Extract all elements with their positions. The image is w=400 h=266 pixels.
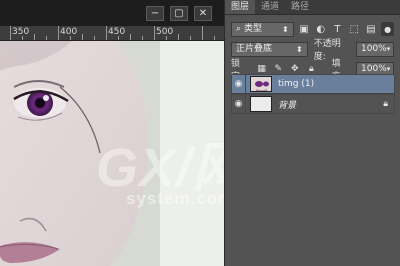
opacity-field[interactable]: 100% ▾ xyxy=(356,41,394,57)
close-button[interactable]: ✕ xyxy=(194,5,212,21)
tab-channels[interactable]: 通道 xyxy=(255,0,285,14)
app-root: − ▢ ✕ 350 400 450 500 GX/ system.com 图层 … xyxy=(0,0,400,266)
image-filter-icon[interactable]: ▣ xyxy=(298,22,311,36)
layer-name: timg (1) xyxy=(278,79,315,89)
chevron-down-icon: ▾ xyxy=(386,44,391,53)
window-controls: − ▢ ✕ xyxy=(0,0,224,26)
document-area: − ▢ ✕ 350 400 450 500 GX/ system.com xyxy=(0,0,224,266)
adjustment-filter-icon[interactable]: ◐ xyxy=(314,22,327,36)
search-icon: ⌕ xyxy=(236,23,242,34)
filter-kind-value: 类型 xyxy=(244,23,263,34)
layer-row[interactable]: ◉ 背景 🔒︎ xyxy=(231,94,395,114)
ruler-label: 400 xyxy=(60,27,78,37)
layer-thumbnail xyxy=(250,76,272,92)
tab-layers[interactable]: 图层 xyxy=(225,0,256,14)
layer-thumbnail xyxy=(250,96,272,112)
shape-filter-icon[interactable]: ⬚ xyxy=(348,22,361,36)
panel-tabs: 图层 通道 路径 xyxy=(225,0,400,15)
image-canvas[interactable]: GX/网 system.com xyxy=(0,41,224,266)
ruler-label: 350 xyxy=(12,27,30,37)
layer-name: 背景 xyxy=(278,100,297,111)
layers-panel: 图层 通道 路径 ⌕ 类型 ⬍ ▣ ◐ T ⬚ ▤ ● 正片叠底 ⬍ 不透明度:… xyxy=(224,0,400,266)
minimize-button[interactable]: − xyxy=(146,5,164,21)
layer-row[interactable]: ◉ timg (1) xyxy=(231,74,395,94)
blend-mode-value: 正片叠底 xyxy=(236,43,273,54)
ruler-label: 500 xyxy=(156,27,174,37)
portrait-photo xyxy=(0,41,224,266)
lock-icon: 🔒︎ xyxy=(383,99,388,109)
smart-object-filter-icon[interactable]: ▤ xyxy=(365,22,378,36)
layer-filter-row: ⌕ 类型 ⬍ ▣ ◐ T ⬚ ▤ ● xyxy=(225,19,400,39)
opacity-value: 100% xyxy=(361,43,387,54)
visibility-eye-icon[interactable]: ◉ xyxy=(232,94,246,114)
ruler-label: 450 xyxy=(108,27,126,37)
chevron-down-icon: ⬍ xyxy=(296,44,303,54)
blend-mode-select[interactable]: 正片叠底 ⬍ xyxy=(231,41,308,57)
chevron-down-icon: ⬍ xyxy=(281,24,289,34)
visibility-eye-icon[interactable]: ◉ xyxy=(232,74,246,94)
filter-kind-select[interactable]: ⌕ 类型 ⬍ xyxy=(231,21,294,37)
type-filter-icon[interactable]: T xyxy=(331,22,344,36)
horizontal-ruler: 350 400 450 500 xyxy=(0,26,224,41)
filter-toggle-icon[interactable]: ● xyxy=(381,22,394,36)
tab-paths[interactable]: 路径 xyxy=(285,0,315,14)
restore-button[interactable]: ▢ xyxy=(170,5,188,21)
